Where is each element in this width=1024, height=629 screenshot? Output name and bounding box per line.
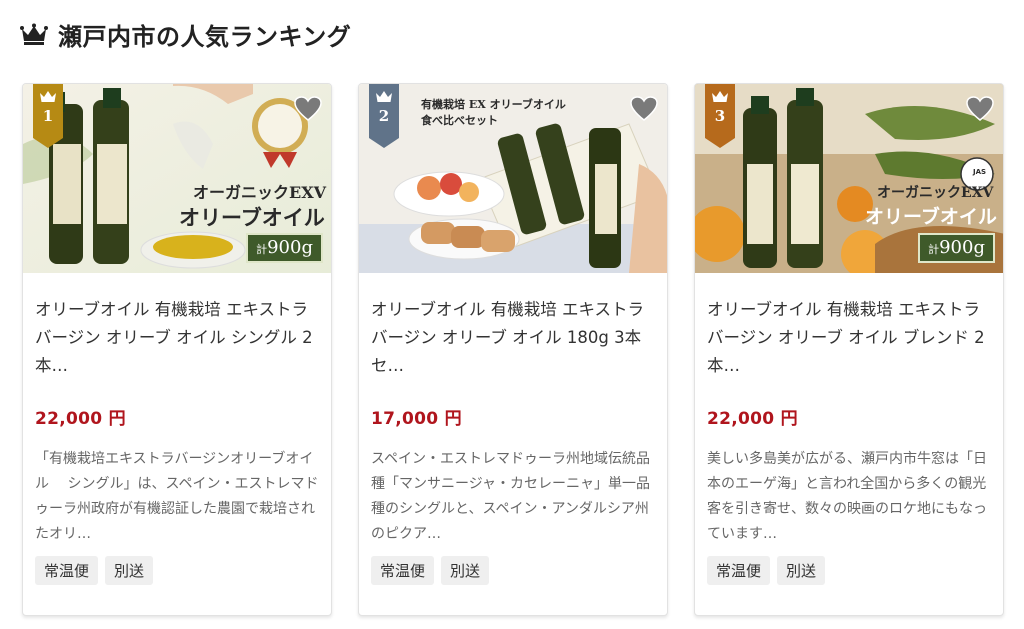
- product-card-2[interactable]: 有機栽培 EX オリーブオイル 食べ比べセット 2 オリーブオイル 有機栽培 エ…: [358, 83, 668, 616]
- image-caption-line2: 食べ比べセット: [421, 114, 498, 127]
- heart-icon: [630, 96, 658, 121]
- rank-badge: 2: [369, 84, 399, 148]
- favorite-button[interactable]: [291, 92, 325, 126]
- tag-list: 常温便 別送: [707, 556, 991, 585]
- tag-separate: 別送: [441, 556, 490, 585]
- crown-icon: [376, 91, 392, 102]
- image-caption-line2: オリーブオイル: [179, 205, 325, 230]
- product-image[interactable]: オーガニックEXV オリーブオイル 計900g 1: [23, 84, 331, 273]
- heart-icon: [966, 96, 994, 121]
- tag-shipping: 常温便: [707, 556, 771, 585]
- product-description: スペイン・エストレマドゥーラ州地域伝統品種「マンサニージャ・カセレーニャ」単一品…: [371, 451, 651, 542]
- tag-list: 常温便 別送: [371, 556, 655, 585]
- rank-badge: 3: [705, 84, 735, 148]
- product-image[interactable]: 有機栽培 EX オリーブオイル 食べ比べセット 2: [359, 84, 667, 273]
- weight-label: 計900g: [918, 233, 995, 263]
- crown-icon: [712, 91, 728, 102]
- favorite-button[interactable]: [963, 92, 997, 126]
- jas-mark: JAS: [973, 168, 987, 176]
- crown-icon: [40, 91, 56, 102]
- tag-shipping: 常温便: [371, 556, 435, 585]
- product-card-1[interactable]: オーガニックEXV オリーブオイル 計900g 1 オリーブオイル 有機栽培 エ…: [22, 83, 332, 616]
- weight-label: 計900g: [246, 233, 323, 263]
- crown-icon: [20, 23, 48, 45]
- product-title[interactable]: オリーブオイル 有機栽培 エキストラバージン オリーブ オイル シングル 2本…: [35, 296, 319, 380]
- olive-oil-set-photo: [359, 84, 667, 273]
- product-card-3[interactable]: JAS オーガニックEXV オリーブオイル 計900g 3 オリーブオイル 有機…: [694, 83, 1004, 616]
- product-price: 17,000 円: [371, 409, 462, 429]
- tag-shipping: 常温便: [35, 556, 99, 585]
- product-price: 22,000 円: [707, 409, 798, 429]
- image-caption-line1: オーガニックEXV: [193, 183, 327, 202]
- product-title[interactable]: オリーブオイル 有機栽培 エキストラバージン オリーブ オイル 180g 3本 …: [371, 296, 655, 380]
- rank-number: 1: [42, 107, 54, 125]
- tag-separate: 別送: [105, 556, 154, 585]
- image-caption-line2: オリーブオイル: [865, 206, 997, 228]
- favorite-button[interactable]: [627, 92, 661, 126]
- product-description: 美しい多島美が広がる、瀬戸内市牛窓は「日本のエーゲ海」と言われ全国から多くの観光…: [707, 451, 987, 542]
- rank-number: 3: [714, 107, 726, 125]
- ranking-header: 瀬戸内市の人気ランキング: [20, 14, 351, 54]
- product-description: 「有機栽培エキストラバージンオリーブオイル シングル」は、スペイン・エストレマド…: [35, 451, 319, 542]
- rank-number: 2: [378, 107, 390, 125]
- rank-badge: 1: [33, 84, 63, 148]
- page-title: 瀬戸内市の人気ランキング: [58, 22, 352, 51]
- product-price: 22,000 円: [35, 409, 126, 429]
- product-image[interactable]: JAS オーガニックEXV オリーブオイル 計900g 3: [695, 84, 1003, 273]
- image-caption-line1: オーガニックEXV: [877, 185, 994, 201]
- tag-separate: 別送: [777, 556, 826, 585]
- image-caption-line1: 有機栽培 EX オリーブオイル: [421, 98, 566, 111]
- product-title[interactable]: オリーブオイル 有機栽培 エキストラバージン オリーブ オイル ブレンド 2本…: [707, 296, 991, 380]
- heart-icon: [294, 96, 322, 121]
- tag-list: 常温便 別送: [35, 556, 319, 585]
